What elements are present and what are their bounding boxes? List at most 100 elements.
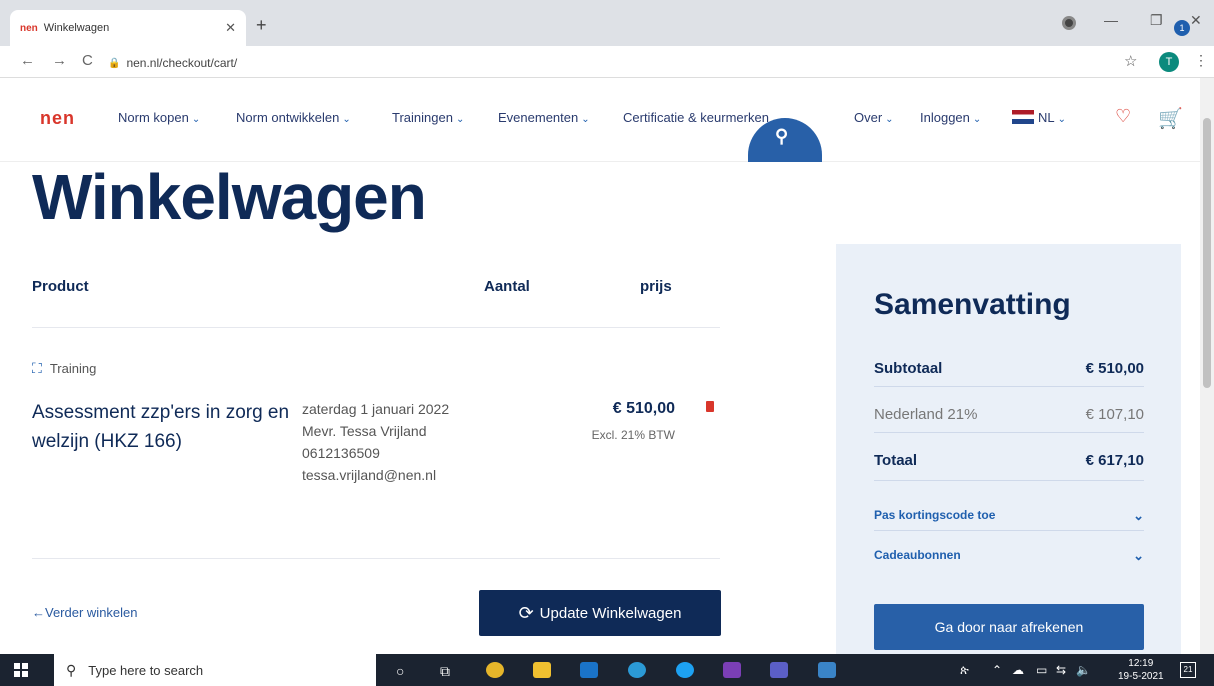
divider (874, 480, 1144, 481)
chevron-down-icon: ⌄ (972, 114, 982, 125)
people-icon[interactable]: ጵ (960, 663, 969, 678)
trash-icon[interactable] (706, 401, 714, 412)
search-icon: ⚲ (775, 126, 789, 146)
nav-label: Norm ontwikkelen (236, 110, 340, 125)
taskbar-search-placeholder: Type here to search (88, 662, 204, 678)
teams-icon[interactable] (770, 662, 788, 678)
nav-label: Norm kopen (118, 110, 189, 125)
browser-tab[interactable]: nen Winkelwagen ✕ (10, 10, 246, 46)
product-date: zaterdag 1 januari 2022 (302, 401, 450, 417)
cart-icon[interactable]: 🛒 (1158, 106, 1183, 131)
edge-icon[interactable] (628, 662, 646, 678)
nav-label: Trainingen (392, 110, 453, 125)
app-icon[interactable] (818, 662, 836, 678)
browser-menu-icon[interactable]: ⋮ (1194, 52, 1208, 69)
update-cart-label: Update Winkelwagen (539, 604, 682, 622)
page-scrollbar[interactable] (1200, 78, 1214, 654)
gift-cards-toggle[interactable]: Cadeaubonnen ⌄ (874, 548, 1144, 564)
nen-logo[interactable]: nen (40, 108, 75, 129)
back-arrow-icon[interactable]: ← (20, 52, 35, 69)
lock-icon: 🔒 (108, 57, 121, 69)
forward-arrow-icon[interactable]: → (52, 52, 67, 69)
participant-phone: 0612136509 (302, 445, 380, 461)
summary-title: Samenvatting (874, 288, 1071, 321)
discount-code-toggle[interactable]: Pas kortingscode toe ⌄ (874, 508, 1144, 524)
scrollbar-thumb[interactable] (1203, 118, 1211, 388)
volume-icon[interactable]: 🔈 (1076, 663, 1091, 677)
address-bar: ← → C 🔒 nen.nl/checkout/cart/ ☆ (0, 46, 1214, 78)
notifications-icon[interactable]: 21 (1180, 662, 1196, 678)
nav-label: Certificatie & keurmerken (623, 110, 769, 125)
nav-label: Inloggen (920, 110, 970, 125)
profile-avatar[interactable]: T (1159, 52, 1179, 72)
chevron-down-icon: ⌄ (342, 114, 351, 125)
chevron-down-icon: ⌄ (1133, 548, 1144, 563)
chrome-icon[interactable] (486, 662, 504, 678)
vat-row: Nederland 21% € 107,10 (874, 406, 1144, 423)
chevron-down-icon: ⌄ (1133, 508, 1144, 523)
continue-shopping-link[interactable]: ←Verder winkelen (32, 605, 138, 620)
skype-icon[interactable] (676, 662, 694, 678)
chevron-down-icon: ⌄ (1057, 114, 1067, 125)
language-selector[interactable]: NL ⌄ (1012, 110, 1066, 125)
site-header: nen Norm kopen ⌄ Norm ontwikkelen ⌄ Traini… (0, 78, 1200, 162)
network-icon[interactable]: ⇆ (1056, 663, 1066, 677)
url-field[interactable]: 🔒 nen.nl/checkout/cart/ (108, 52, 1148, 74)
nav-trainingen[interactable]: Trainingen ⌄ (392, 110, 464, 125)
windows-start-icon[interactable] (14, 663, 28, 677)
task-view-icon[interactable]: ⧉ (440, 663, 450, 680)
close-tab-icon[interactable]: ✕ (225, 20, 236, 36)
nav-over[interactable]: Over ⌄ (854, 110, 894, 125)
chevron-down-icon: ⌄ (885, 114, 894, 125)
product-price: € 510,00 (612, 400, 675, 417)
reload-icon[interactable]: C (82, 52, 93, 69)
battery-icon[interactable]: ▭ (1036, 663, 1047, 677)
update-cart-button[interactable]: ⟳ Update Winkelwagen (479, 590, 721, 636)
product-type: ⛶ Training (32, 360, 96, 377)
tray-chevron-icon[interactable]: ⌃ (992, 663, 1002, 677)
onenote-icon[interactable] (723, 662, 741, 678)
url-text: nen.nl/checkout/cart/ (126, 56, 238, 70)
vat-value: € 107,10 (1085, 406, 1144, 423)
outlook-icon[interactable] (580, 662, 598, 678)
page-title: Winkelwagen (32, 161, 427, 233)
divider (874, 386, 1144, 387)
total-label: Totaal (874, 452, 918, 469)
nav-certificatie[interactable]: Certificatie & keurmerken⌄ (623, 110, 780, 125)
product-name[interactable]: Assessment zzp'ers in zorg en welzijn (H… (32, 398, 292, 456)
gift-cards-label: Cadeaubonnen (874, 548, 961, 562)
cortana-icon[interactable]: ○ (396, 663, 404, 679)
browser-tab-bar: nen Winkelwagen ✕ + — ❐ ✕ (0, 0, 1214, 46)
profile-menu-icon[interactable] (1062, 16, 1076, 30)
restore-icon[interactable]: ❐ (1150, 12, 1163, 29)
minimize-icon[interactable]: — (1104, 12, 1118, 28)
search-icon: ⚲ (66, 661, 77, 678)
col-quantity: Aantal (484, 278, 530, 295)
participant-name: Mevr. Tessa Vrijland (302, 423, 427, 439)
training-icon: ⛶ (32, 360, 42, 376)
refresh-icon: ⟳ (518, 602, 534, 623)
checkout-button[interactable]: Ga door naar afrekenen (874, 604, 1144, 650)
nav-label: Evenementen (498, 110, 579, 125)
taskbar-clock[interactable]: 12:19 19-5-2021 (1118, 657, 1164, 683)
file-explorer-icon[interactable] (533, 662, 551, 678)
taskbar-search[interactable]: ⚲ Type here to search (54, 654, 376, 686)
nav-norm-ontwikkelen[interactable]: Norm ontwikkelen ⌄ (236, 110, 351, 125)
onedrive-icon[interactable]: ☁ (1012, 663, 1024, 677)
chevron-down-icon: ⌄ (455, 114, 465, 125)
nav-evenementen[interactable]: Evenementen ⌄ (498, 110, 590, 125)
total-value: € 617,10 (1085, 452, 1144, 469)
product-details: zaterdag 1 januari 2022 Mevr. Tessa Vrij… (302, 398, 472, 486)
new-tab-icon[interactable]: + (256, 15, 267, 36)
divider (874, 432, 1144, 433)
product-type-label: Training (49, 361, 97, 376)
bookmark-star-icon[interactable]: ☆ (1124, 52, 1137, 70)
heart-icon[interactable]: ♡ (1115, 106, 1131, 127)
close-window-icon[interactable]: ✕ (1190, 12, 1202, 29)
nav-norm-kopen[interactable]: Norm kopen ⌄ (118, 110, 200, 125)
col-product: Product (32, 278, 89, 295)
nav-label: Over (854, 110, 883, 125)
subtotal-label: Subtotaal (874, 360, 943, 377)
nav-inloggen[interactable]: Inloggen ⌄ (920, 110, 981, 125)
favicon-icon: nen (20, 22, 38, 34)
